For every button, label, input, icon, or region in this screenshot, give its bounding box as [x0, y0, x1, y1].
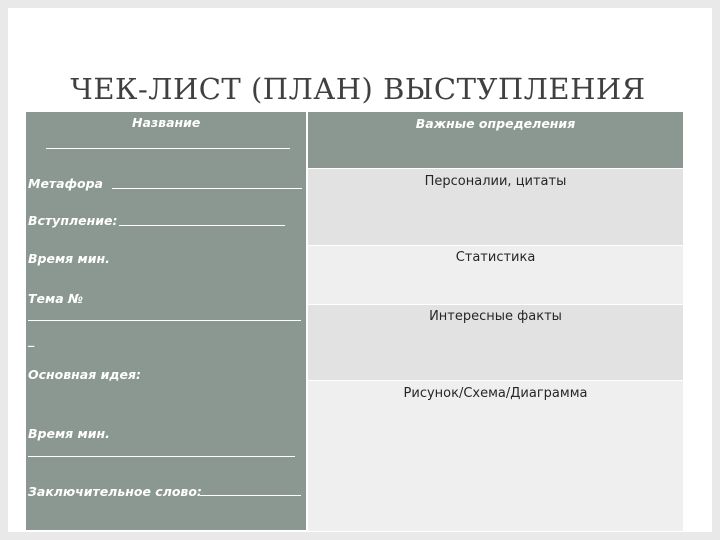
text-facts: Интересные факты [429, 309, 562, 324]
title-band: ЧЕК-ЛИСТ (ПЛАН) ВЫСТУПЛЕНИЯ [18, 22, 698, 122]
label-name: Название [132, 115, 201, 130]
text-statistics: Статистика [455, 250, 536, 265]
label-intro: Вступление: [28, 213, 118, 228]
label-time-1: Время мин. [28, 251, 110, 266]
label-metaphor: Метафора [28, 176, 103, 191]
label-dash: _ [28, 332, 35, 347]
name-underline [46, 148, 290, 149]
label-main-idea: Основная идея: [28, 367, 141, 382]
label-topic: Тема № [28, 291, 84, 306]
left-column [26, 112, 306, 530]
text-personalities: Персоналии, цитаты [424, 174, 567, 189]
label-definitions: Важные определения [415, 116, 576, 131]
label-closing: Заключительное слово: [28, 484, 202, 499]
metaphor-underline [112, 188, 302, 189]
closing-underline [200, 495, 301, 496]
topic-underline [28, 320, 301, 321]
row-diagram [308, 380, 683, 531]
label-time-2: Время мин. [28, 426, 110, 441]
slide-title: ЧЕК-ЛИСТ (ПЛАН) ВЫСТУПЛЕНИЯ [70, 72, 646, 106]
text-diagram: Рисунок/Схема/Диаграмма [403, 386, 588, 401]
intro-underline [119, 225, 285, 226]
time-2-underline [28, 456, 295, 457]
